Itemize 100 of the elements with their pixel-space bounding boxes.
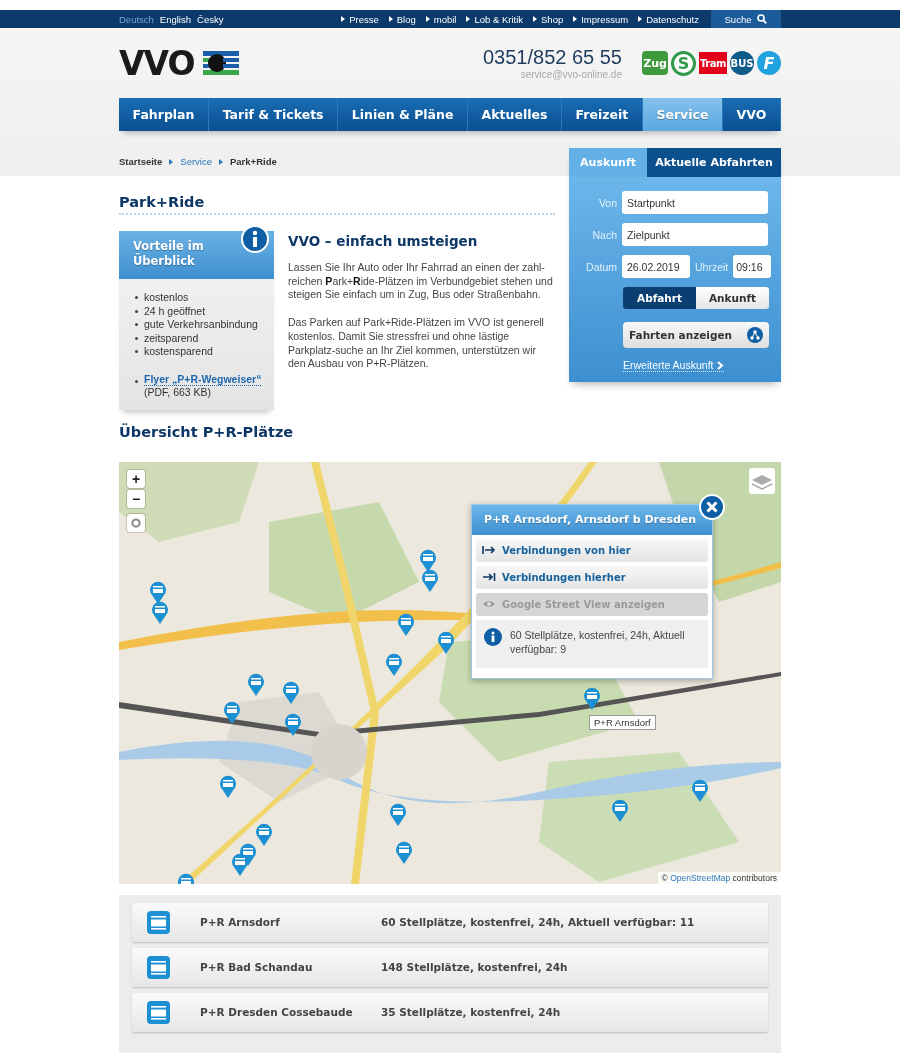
email-address: service@vvo-online.de [519, 69, 622, 80]
route-icon [747, 327, 763, 343]
search-icon [757, 14, 768, 24]
parking-details: 35 Stellplätze, kostenfrei, 24h [381, 1006, 561, 1018]
list-item: kostenlos [144, 291, 189, 305]
field-label: Von [597, 196, 617, 209]
panel-header: Vorteile im Überblick [119, 231, 274, 279]
field-label: Uhrzeit [695, 260, 729, 273]
map-pin-icon[interactable] [255, 821, 273, 846]
section-heading: VVO – einfach umsteigen [288, 233, 479, 249]
map-pin-icon[interactable] [419, 547, 437, 572]
parking-icon [147, 955, 170, 979]
layers-icon[interactable] [749, 467, 775, 494]
zug-badge: Zug [642, 51, 668, 75]
page-title: Park+Ride [119, 194, 206, 210]
popup-action[interactable]: Verbindungen hierher [476, 565, 708, 589]
toggle-button[interactable]: Ankunft [696, 287, 769, 309]
map-pin-icon[interactable] [421, 567, 439, 592]
top-link[interactable]: Presse [341, 13, 379, 25]
map-pin-icon[interactable] [583, 685, 601, 710]
breadcrumb-link[interactable]: Service [180, 156, 212, 167]
language-link[interactable]: Česky [197, 13, 224, 25]
top-link[interactable]: mobil [425, 13, 457, 25]
breadcrumb-link[interactable]: Startseite [119, 156, 163, 167]
date-field[interactable]: 26.02.2019 [622, 255, 690, 278]
popup-info: 60 Stellplätze, kostenfrei, 24h, Aktuell verfügbar: 9 [510, 627, 686, 656]
file-info: (PDF, 663 KB) [144, 386, 213, 400]
input-field[interactable]: Startpunkt [622, 191, 768, 214]
arrow-to-icon [482, 572, 496, 582]
bullet-icon [135, 350, 138, 354]
triangle-icon [573, 16, 578, 22]
parking-name: P+R Dresden Cossebaude [200, 1006, 354, 1018]
list-item: gute Verkehrsanbindung [144, 318, 258, 332]
triangle-icon [638, 16, 643, 22]
map-pin-icon[interactable] [219, 773, 237, 798]
bullet-icon [135, 379, 138, 383]
attribution-link[interactable]: OpenStreetMap [670, 872, 731, 883]
toggle-button[interactable]: Abfahrt [623, 287, 696, 309]
nav-tab[interactable]: VVO [723, 98, 781, 131]
top-link[interactable]: Datenschutz [638, 13, 699, 25]
bus-badge: BUS [730, 51, 754, 75]
parking-icon [147, 910, 170, 934]
map-pin-icon[interactable] [149, 579, 167, 604]
parking-name: P+R Bad Schandau [200, 961, 314, 973]
parking-icon [147, 1000, 170, 1024]
map-pin-icon[interactable] [389, 801, 407, 826]
logo-text: VVO [119, 43, 195, 83]
list-row[interactable]: P+R Arnsdorf 60 Stellplätze, kostenfrei, 24h, Aktuell verfügbar: 11 [132, 902, 768, 942]
flyer-link[interactable]: Flyer „P+R-Wegweiser“ [144, 372, 262, 386]
map-pin-icon[interactable] [282, 679, 300, 704]
eye-icon [482, 599, 496, 609]
nav-tab[interactable]: Tarif & Tickets [209, 98, 339, 131]
target-icon [131, 517, 141, 528]
map-pin-icon[interactable] [223, 699, 241, 724]
tab[interactable]: Aktuelle Abfahrten [647, 148, 781, 177]
submit-button[interactable]: Fahrten anzeigen [623, 322, 769, 348]
nav-tab[interactable]: Aktuelles [468, 98, 562, 131]
time-field[interactable]: 09:16 [733, 255, 772, 278]
list-row[interactable]: P+R Dresden Cossebaude 35 Stellplätze, kostenfrei, 24h [132, 992, 768, 1032]
triangle-icon [341, 16, 346, 22]
nav-tab[interactable]: Fahrplan [119, 98, 210, 131]
top-link[interactable]: Shop [533, 13, 564, 25]
list-item: kostensparend [144, 345, 213, 359]
map-pin-icon[interactable] [231, 851, 249, 876]
top-link[interactable]: Impressum [573, 13, 629, 25]
paragraph: Lassen Sie Ihr Auto oder Ihr Fahrrad an einen der zahl-reichen Park+Ride-Plätzen im Verbundgebiet stehen und steigen Sie einfach um in Zug, Bus oder Straßenbahn. [288, 261, 554, 303]
bullet-icon [135, 309, 138, 313]
phone-number: 0351/852 65 55 [482, 46, 622, 69]
triangle-icon [169, 158, 174, 165]
top-link[interactable]: Blog [388, 13, 416, 25]
map-pin-icon[interactable] [437, 629, 455, 654]
language-link[interactable]: Deutsch [119, 13, 154, 25]
nav-tab[interactable]: Linien & Pläne [338, 98, 468, 131]
map-pin-icon[interactable] [247, 671, 265, 696]
map-pin-icon[interactable] [691, 777, 709, 802]
parking-details: 60 Stellplätze, kostenfrei, 24h, Aktuell verfügbar: 11 [381, 916, 695, 928]
triangle-icon [388, 16, 393, 22]
map-pin-icon[interactable] [611, 797, 629, 822]
input-field[interactable]: Zielpunkt [622, 223, 768, 246]
map-pin-icon[interactable] [385, 651, 403, 676]
current-page-label: Park+Ride [230, 156, 277, 167]
map-pin-icon[interactable] [284, 711, 302, 736]
map-pin-icon[interactable] [151, 599, 169, 624]
section-heading: Übersicht P+R-Plätze [119, 423, 295, 440]
triangle-icon [466, 16, 471, 22]
search-button[interactable]: Suche [711, 10, 781, 28]
map-pin-icon[interactable] [395, 839, 413, 864]
bullet-icon [135, 336, 138, 340]
logo-icon [202, 51, 239, 75]
map-pin-icon[interactable] [397, 611, 415, 636]
bullet-icon [135, 296, 138, 300]
nav-tab[interactable]: Freizeit [562, 98, 643, 131]
popup-action[interactable]: Verbindungen von hier [476, 538, 708, 562]
parking-details: 148 Stellplätze, kostenfrei, 24h [381, 961, 568, 973]
top-link[interactable]: Lob & Kritik [466, 13, 523, 25]
list-row[interactable]: P+R Bad Schandau 148 Stellplätze, kostenfrei, 24h [132, 947, 768, 987]
language-link[interactable]: English [159, 13, 192, 25]
field-label: Nach [591, 228, 617, 241]
field-label: Datum [585, 260, 617, 273]
list-item: zeitsparend [144, 331, 199, 345]
